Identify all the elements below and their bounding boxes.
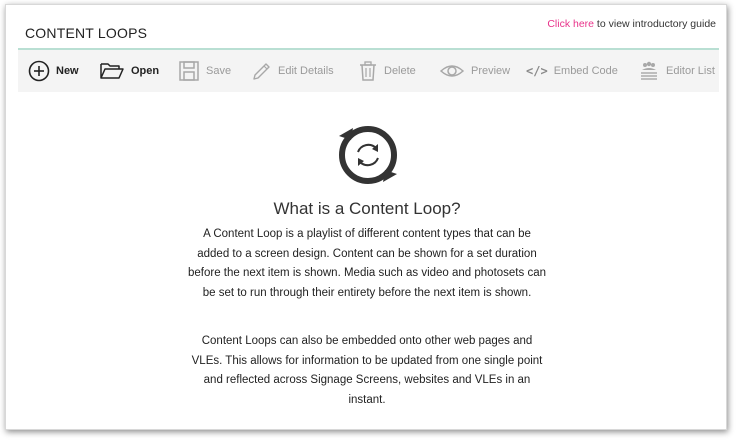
preview-button[interactable]: Preview [439, 50, 510, 92]
open-button-label: Open [131, 65, 160, 77]
trash-icon [360, 61, 376, 81]
content-loop-icon [339, 126, 397, 184]
embed-code-button-label: Embed Code [553, 65, 618, 77]
edit-details-button-label: Edit Details [278, 65, 334, 77]
new-button-label: New [56, 65, 79, 77]
intro-guide-text: Click here to view introductory guide [547, 18, 716, 30]
plus-circle-icon [28, 60, 50, 82]
embed-code-button[interactable]: </> Embed Code [526, 50, 618, 92]
eye-icon [439, 65, 465, 77]
folder-open-icon [100, 63, 124, 79]
page-title: CONTENT LOOPS [25, 25, 148, 41]
save-button-label: Save [206, 65, 232, 77]
intro-guide-label: to view introductory guide [594, 18, 716, 30]
delete-button-label: Delete [384, 65, 416, 77]
main-heading: What is a Content Loop? [273, 199, 461, 218]
save-button[interactable]: Save [178, 50, 231, 92]
intro-guide-link[interactable]: Click here [547, 18, 594, 30]
content-loops-window: CONTENT LOOPS Click here to view introdu… [5, 4, 727, 430]
open-button[interactable]: Open [99, 50, 159, 92]
preview-button-label: Preview [471, 65, 511, 77]
floppy-disk-icon [179, 61, 199, 81]
intro-paragraph: A Content Loop is a playlist of differen… [188, 228, 546, 299]
pencil-icon [253, 63, 270, 80]
editor-list-button[interactable]: Editor List [638, 50, 715, 92]
code-icon: </> [526, 64, 548, 78]
embed-paragraph: Content Loops can also be embedded onto … [191, 335, 543, 406]
new-button[interactable]: New [28, 50, 79, 92]
edit-details-button[interactable]: Edit Details [250, 50, 334, 92]
editor-list-button-label: Editor List [666, 65, 715, 77]
toolbar: New Open Save Edit Details Delete Previe… [18, 50, 719, 92]
delete-button[interactable]: Delete [358, 50, 416, 92]
users-list-icon [641, 61, 657, 80]
